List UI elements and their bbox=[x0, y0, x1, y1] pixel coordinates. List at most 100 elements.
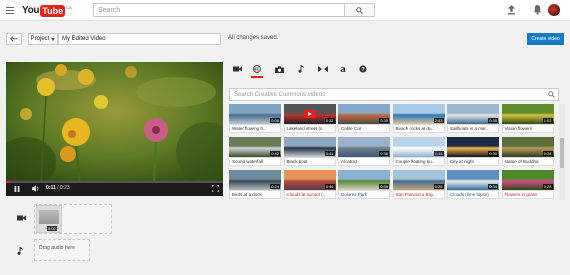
chevron-down-icon bbox=[51, 37, 56, 41]
video-title: Vision flowers bbox=[501, 124, 554, 133]
library-video-item[interactable]: 0:35 Cable Car bbox=[338, 104, 390, 136]
save-status-text: All changes saved. bbox=[228, 35, 279, 41]
video-thumbnail[interactable]: 0:34 bbox=[447, 170, 499, 190]
video-thumbnail[interactable]: 0:42 bbox=[229, 137, 281, 157]
video-thumbnail[interactable]: 0:35 bbox=[447, 104, 499, 124]
play-overlay-icon[interactable] bbox=[303, 110, 316, 118]
video-thumbnail[interactable]: 0:28 bbox=[501, 170, 554, 190]
library-video-item[interactable]: 0:24 Birds at a dock bbox=[229, 170, 281, 202]
volume-icon[interactable] bbox=[32, 185, 40, 192]
account-avatar[interactable] bbox=[548, 4, 560, 16]
video-duration: 0:24 bbox=[542, 151, 553, 156]
library-video-item[interactable]: 0:35 Sailboats in a mar... bbox=[447, 104, 499, 136]
media-tabs: a ? bbox=[228, 60, 570, 78]
video-thumbnail[interactable]: 0:22 bbox=[283, 104, 336, 124]
library-video-item[interactable]: 0:22 Lakeland street (n... bbox=[283, 104, 336, 136]
video-title: San Francisco Bay... bbox=[392, 190, 445, 199]
creative-commons-search-input[interactable]: Search Creative Commons videos bbox=[229, 88, 559, 101]
library-video-item[interactable]: 0:42 Sound waterfall bbox=[229, 137, 281, 169]
music-note-icon bbox=[17, 247, 23, 255]
text-icon: a bbox=[340, 63, 346, 75]
tab-audio[interactable] bbox=[294, 60, 308, 78]
tab-transitions[interactable] bbox=[316, 60, 330, 78]
video-title-input[interactable]: My Edited Video bbox=[58, 33, 221, 45]
library-video-item[interactable]: 2:53 Beach rocks at du... bbox=[392, 104, 445, 136]
video-duration: 0:42 bbox=[270, 151, 280, 156]
photo-camera-icon bbox=[274, 65, 284, 73]
library-video-item[interactable]: 0:38 Alcatraz bbox=[338, 137, 390, 169]
undo-button[interactable] bbox=[6, 33, 22, 45]
library-video-item[interactable]: 0:34 Clouds (time lapse) bbox=[447, 170, 499, 202]
transitions-icon bbox=[318, 66, 328, 72]
video-title: Birds at a dock bbox=[229, 190, 281, 199]
tab-my-videos[interactable] bbox=[230, 60, 244, 78]
video-thumbnail[interactable]: 0:35 bbox=[338, 104, 390, 124]
video-duration: 0:55 bbox=[379, 184, 389, 189]
audio-track-dropzone[interactable]: Drag audio here bbox=[34, 239, 90, 261]
upload-icon[interactable] bbox=[507, 5, 516, 15]
video-thumbnail[interactable]: 1:14 bbox=[392, 137, 445, 157]
video-duration: 0:38 bbox=[379, 151, 389, 156]
video-thumbnail[interactable]: 0:38 bbox=[338, 137, 390, 157]
video-title: statue of Buddha bbox=[501, 157, 554, 166]
video-thumbnail[interactable]: 0:24 bbox=[229, 170, 281, 190]
search-input[interactable]: Search bbox=[93, 3, 345, 17]
video-title: Sound waterfall bbox=[229, 157, 281, 166]
video-thumbnail[interactable]: 2:53 bbox=[392, 104, 445, 124]
library-video-item[interactable]: 0:28 Flowers in grass bbox=[501, 170, 554, 202]
tab-text[interactable]: a bbox=[336, 60, 350, 78]
menu-icon[interactable] bbox=[6, 7, 14, 14]
video-duration: 1:14 bbox=[433, 151, 444, 156]
library-video-item[interactable]: 0:24 statue of Buddha bbox=[501, 137, 554, 169]
editor-toolbar: Project My Edited Video All changes save… bbox=[0, 29, 570, 51]
playback-progress-fill bbox=[6, 181, 11, 183]
video-title: Beach rocks at du... bbox=[392, 124, 445, 133]
library-scrollbar[interactable] bbox=[559, 104, 565, 200]
video-thumbnail[interactable]: 0:30 bbox=[447, 137, 499, 157]
video-thumbnail[interactable]: 0:46 bbox=[283, 170, 336, 190]
video-duration: 0:30 bbox=[488, 151, 498, 156]
video-thumbnail[interactable]: 0:41 bbox=[283, 137, 336, 157]
library-video-item[interactable]: 0:25 San Francisco Bay... bbox=[392, 170, 445, 202]
library-video-item[interactable]: 1:14 Couple floating bu... bbox=[392, 137, 445, 169]
help-icon: ? bbox=[359, 65, 367, 73]
video-duration: 0:28 bbox=[542, 184, 553, 189]
video-preview-player[interactable] bbox=[6, 62, 223, 196]
project-dropdown[interactable]: Project bbox=[28, 33, 58, 45]
video-title: Clouds (time lapse) bbox=[447, 190, 499, 199]
video-thumbnail[interactable]: 0:25 bbox=[392, 170, 445, 190]
tab-creative-commons[interactable] bbox=[250, 60, 264, 78]
video-thumbnail[interactable]: 0:55 bbox=[338, 170, 390, 190]
tab-photos[interactable] bbox=[272, 60, 286, 78]
library-video-item[interactable]: 0:46 Clouds at sunset (... bbox=[283, 170, 336, 202]
video-title: City at night bbox=[447, 157, 499, 166]
search-icon[interactable] bbox=[548, 91, 555, 98]
logo-you-text: You bbox=[22, 5, 40, 16]
video-duration: 0:35 bbox=[488, 118, 498, 123]
pause-icon[interactable] bbox=[14, 186, 20, 192]
search-icon bbox=[356, 6, 363, 14]
library-video-item[interactable]: 0:08 Water flowing fr... bbox=[229, 104, 281, 136]
video-duration: 0:24 bbox=[270, 184, 280, 189]
library-scrollbar-thumb[interactable] bbox=[560, 138, 564, 168]
fullscreen-icon[interactable] bbox=[212, 185, 219, 192]
library-video-item[interactable]: 0:30 City at night bbox=[447, 137, 499, 169]
tab-help[interactable]: ? bbox=[356, 60, 370, 78]
video-duration: 0:34 bbox=[488, 184, 498, 189]
library-video-item[interactable]: 0:41 Black boat bbox=[283, 137, 336, 169]
youtube-logo[interactable]: You Tube CA bbox=[22, 4, 72, 17]
library-video-item[interactable]: 1:02 Vision flowers bbox=[501, 104, 554, 136]
notifications-bell-icon[interactable] bbox=[533, 4, 542, 15]
clip-duration: 0:02 bbox=[47, 226, 57, 231]
video-title: Cable Car bbox=[338, 124, 390, 133]
playback-progress-bar[interactable] bbox=[6, 181, 223, 183]
video-title: Sailboats in a mar... bbox=[447, 124, 499, 133]
undo-icon bbox=[10, 36, 18, 42]
library-video-item[interactable]: 0:55 Dolores Park bbox=[338, 170, 390, 202]
create-video-button[interactable]: Create video bbox=[527, 33, 564, 45]
search-button[interactable] bbox=[345, 3, 375, 17]
video-thumbnail[interactable]: 0:08 bbox=[229, 104, 281, 124]
video-thumbnail[interactable]: 1:02 bbox=[501, 104, 554, 124]
logo-tube-text: Tube bbox=[40, 4, 66, 17]
video-thumbnail[interactable]: 0:24 bbox=[501, 137, 554, 157]
